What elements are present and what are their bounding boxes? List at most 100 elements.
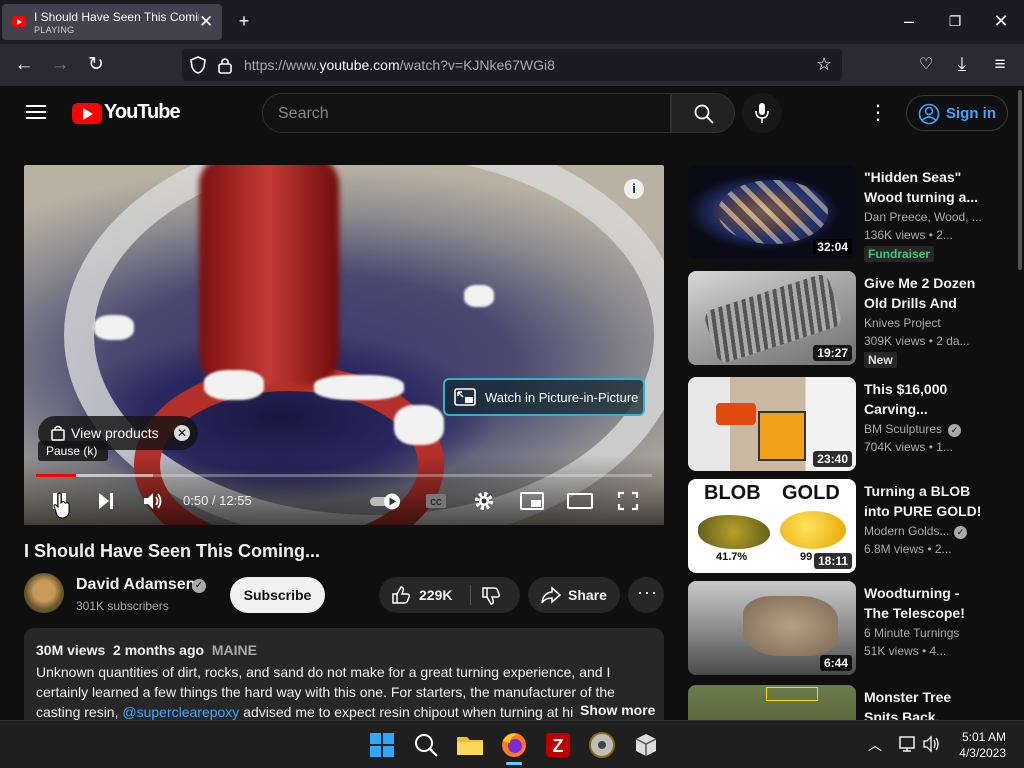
bookmark-star-icon[interactable]: ☆ — [816, 54, 832, 75]
recommendation-thumbnail[interactable] — [688, 685, 856, 720]
page-scrollbar[interactable] — [1016, 86, 1024, 720]
recommendation-title[interactable]: Turning a BLOB into PURE GOLD! — [864, 481, 984, 521]
time-current: 0:50 — [183, 493, 209, 508]
recommendation-title[interactable]: This $16,000 Carving... — [864, 379, 984, 419]
recommendation-thumbnail[interactable]: 23:40 — [688, 377, 856, 471]
thumbs-up-icon[interactable] — [391, 585, 411, 605]
hamburger-menu-icon[interactable] — [26, 104, 46, 120]
close-products-icon[interactable]: ✕ — [174, 425, 190, 441]
picture-in-picture-button[interactable]: Watch in Picture-in-Picture — [443, 378, 645, 416]
menu-icon[interactable]: ≡ — [986, 52, 1014, 78]
recommendation-item[interactable]: 23:40 This $16,000 Carving... BM Sculptu… — [688, 377, 1008, 473]
thumbs-down-icon[interactable] — [481, 586, 501, 606]
fullscreen-button[interactable] — [616, 490, 640, 517]
subscribe-button[interactable]: Subscribe — [230, 577, 325, 613]
recommendation-channel[interactable]: Dan Preece, Wood, ... — [864, 210, 984, 224]
disc-app-icon[interactable] — [586, 729, 618, 761]
start-icon[interactable] — [366, 729, 398, 761]
theater-mode-icon — [567, 493, 593, 509]
progress-bar[interactable] — [36, 474, 652, 477]
duration-badge: 18:11 — [813, 553, 852, 569]
search-button[interactable] — [671, 93, 735, 133]
miniplayer-button[interactable] — [519, 490, 545, 517]
account-icon — [918, 103, 940, 125]
recommendation-thumbnail[interactable]: 32:04 — [688, 165, 856, 259]
recommendation-thumbnail[interactable]: 19:27 — [688, 271, 856, 365]
video-player[interactable] — [24, 165, 664, 525]
recommendation-thumbnail[interactable]: 6:44 — [688, 581, 856, 675]
lock-icon — [218, 58, 232, 74]
recommendation-item[interactable]: Monster Tree Spits Back, That... — [688, 685, 1008, 720]
thumb-wood — [743, 596, 838, 656]
recommendation-thumbnail[interactable]: BLOB GOLD 41.7% 99 18:11 — [688, 479, 856, 573]
scrollbar-thumb[interactable] — [1018, 90, 1022, 270]
recommendation-channel[interactable]: BM Sculptures — [864, 422, 984, 436]
minimize-icon[interactable]: – — [894, 10, 924, 32]
firefox-icon[interactable] — [498, 729, 530, 765]
time-total: 12:55 — [219, 493, 252, 508]
recommendation-title[interactable]: Woodturning - The Telescope! — [864, 583, 984, 623]
settings-button[interactable] — [472, 490, 496, 517]
back-icon[interactable]: ← — [10, 52, 38, 78]
pocket-icon[interactable]: ♡ — [912, 52, 940, 78]
video-frame-blur — [199, 165, 339, 385]
settings-kebab-icon[interactable]: ⋮ — [868, 103, 888, 123]
autoplay-toggle[interactable] — [368, 490, 404, 517]
downloads-icon[interactable]: ⤓ — [948, 52, 976, 78]
file-explorer-icon[interactable] — [454, 729, 486, 761]
speaker-icon[interactable] — [922, 735, 942, 758]
info-icon[interactable]: i — [624, 179, 644, 199]
theater-mode-button[interactable] — [566, 490, 594, 517]
recommendation-item[interactable]: BLOB GOLD 41.7% 99 18:11 Turning a BLOB … — [688, 479, 1008, 575]
show-more-button[interactable]: Show more — [576, 702, 656, 718]
next-button[interactable] — [96, 490, 116, 517]
youtube-logo-text[interactable]: YouTube — [104, 101, 181, 124]
url-bar[interactable]: https://www.youtube.com/watch?v=KJNke67W… — [182, 49, 842, 81]
sign-in-button[interactable]: Sign in — [906, 95, 1008, 131]
mention-link[interactable]: @superclearepoxy — [122, 704, 239, 720]
recommendation-item[interactable]: 19:27 Give Me 2 Dozen Old Drills And I'l… — [688, 271, 1008, 368]
duration-badge: 32:04 — [813, 239, 852, 255]
tray-chevron-icon[interactable]: ︿ — [868, 735, 882, 755]
recommendation-title[interactable]: "Hidden Seas" Wood turning a... — [864, 167, 984, 207]
recommendation-item[interactable]: 32:04 "Hidden Seas" Wood turning a... Da… — [688, 165, 1008, 262]
share-button[interactable]: Share — [528, 577, 620, 613]
restore-icon[interactable]: ❐ — [940, 10, 970, 32]
closed-captions-icon: CC — [426, 494, 446, 508]
subscriber-count: 301K subscribers — [76, 599, 169, 613]
volume-button[interactable] — [142, 490, 164, 517]
new-tab-icon[interactable]: + — [229, 10, 259, 32]
verified-check-icon: ✓ — [954, 526, 967, 539]
channel-avatar[interactable] — [24, 573, 64, 613]
recommendation-title[interactable]: Monster Tree Spits Back, That... — [864, 687, 984, 720]
thumb-gold-disc — [780, 511, 846, 549]
recommendation-channel[interactable]: Knives Project — [864, 316, 984, 330]
recommendation-item[interactable]: 6:44 Woodturning - The Telescope! 6 Minu… — [688, 581, 1008, 677]
browser-tab-bar: I Should Have Seen This Coming... PLAYIN… — [0, 0, 1024, 44]
reload-icon[interactable]: ↻ — [82, 52, 110, 78]
channel-name[interactable]: David Adamsen — [76, 576, 195, 594]
voice-search-button[interactable] — [742, 93, 782, 133]
recommendation-title[interactable]: Give Me 2 Dozen Old Drills And I'll... — [864, 273, 984, 313]
recommendation-channel[interactable]: 6 Minute Turnings — [864, 626, 984, 640]
location-tag[interactable]: MAINE — [212, 642, 257, 658]
description-box[interactable]: 30M views 2 months ago MAINE Unknown qua… — [24, 628, 664, 728]
search-taskbar-icon[interactable] — [410, 729, 442, 761]
youtube-logo-icon[interactable] — [72, 103, 102, 124]
tab-close-icon[interactable]: ✕ — [199, 12, 213, 32]
more-horizontal-icon: ··· — [637, 582, 658, 602]
forward-icon[interactable]: → — [46, 52, 74, 78]
window-close-icon[interactable]: ✕ — [986, 10, 1016, 32]
system-clock[interactable]: 5:01 AM 4/3/2023 — [952, 729, 1006, 761]
subtitles-button[interactable]: CC — [424, 490, 448, 517]
thumb-blob-text: BLOB — [704, 482, 761, 504]
search-input[interactable]: Search — [262, 93, 671, 133]
like-count[interactable]: 229K — [419, 587, 452, 603]
recommendation-meta: 309K views • 2 da... — [864, 334, 970, 348]
svg-text:CC: CC — [430, 498, 442, 507]
package-app-icon[interactable] — [630, 729, 662, 761]
network-icon[interactable] — [898, 735, 918, 758]
more-actions-button[interactable]: ··· — [628, 577, 664, 613]
filezilla-icon[interactable]: Z — [542, 729, 574, 761]
browser-tab[interactable]: I Should Have Seen This Coming... PLAYIN… — [2, 4, 222, 40]
